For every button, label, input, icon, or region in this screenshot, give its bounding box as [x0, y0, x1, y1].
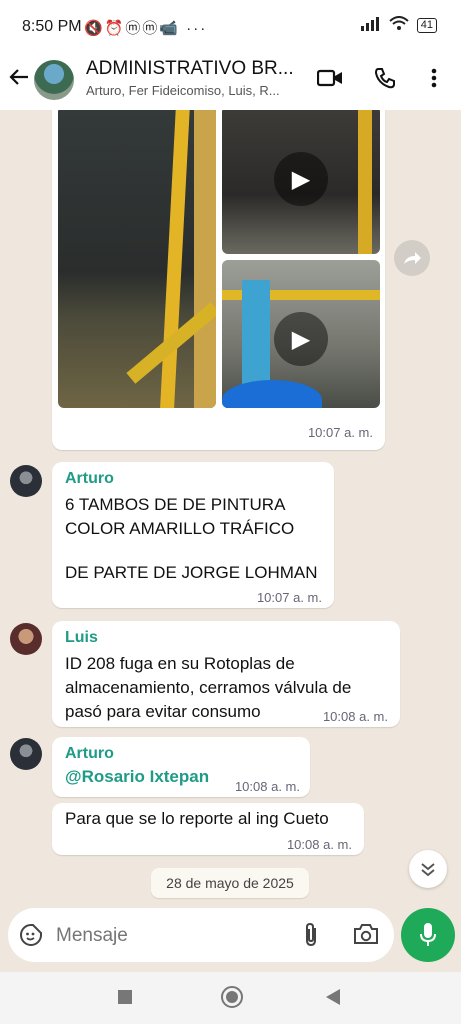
message-text: 6 TAMBOS DE DE PINTURA: [65, 495, 286, 514]
message-text: pasó para evitar consumo: [65, 702, 261, 721]
camera-icon[interactable]: [353, 923, 379, 950]
play-icon[interactable]: ▶: [274, 152, 328, 206]
mic-icon: [420, 923, 436, 946]
message-time: 10:07 a. m.: [307, 425, 373, 440]
message-time: 10:08 a. m.: [234, 779, 300, 794]
message-time: 10:08 a. m.: [322, 709, 388, 724]
media-message[interactable]: ▶ ▶ 10:07 a. m.: [52, 110, 385, 450]
group-members[interactable]: Arturo, Fer Fideicomiso, Luis, R...: [86, 83, 280, 98]
message-text: COLOR AMARILLO TRÁFICO: [65, 519, 295, 538]
wifi-icon: [389, 16, 409, 34]
play-icon[interactable]: ▶: [274, 312, 328, 366]
voice-call-icon[interactable]: [371, 64, 399, 92]
video-thumb-2[interactable]: ▶: [222, 260, 380, 408]
avatar[interactable]: [10, 738, 42, 770]
message-time: 10:07 a. m.: [256, 590, 322, 605]
battery-icon: 41: [416, 17, 437, 33]
notification-icons: 🔇⏰ⓜⓜ📹 ···: [84, 20, 208, 37]
message-input[interactable]: [54, 920, 278, 952]
message-text: Para que se lo reporte al ing Cueto: [65, 809, 329, 828]
date-divider-text: 28 de mayo de 2025: [166, 875, 294, 891]
system-navigation-bar: [0, 972, 461, 1024]
mention-link[interactable]: @Rosario Ixtepan: [65, 767, 209, 787]
signal-icon: [360, 16, 381, 34]
home-icon[interactable]: [221, 986, 243, 1008]
group-title[interactable]: ADMINISTRATIVO BR...: [86, 58, 294, 80]
message-text: almacenamiento, cerramos válvula de: [65, 678, 352, 697]
message-time: 10:08 a. m.: [286, 837, 352, 852]
photo-tank[interactable]: [58, 110, 216, 408]
message-text: DE PARTE DE JORGE LOHMAN: [65, 563, 318, 582]
chat-header: ADMINISTRATIVO BR... Arturo, Fer Fideico…: [0, 56, 461, 110]
system-icons: 41: [360, 16, 437, 34]
video-call-icon[interactable]: [316, 64, 344, 92]
more-options-icon[interactable]: [420, 64, 448, 92]
message-text: ID 208 fuga en su Rotoplas de: [65, 654, 295, 673]
back-arrow-icon[interactable]: [8, 66, 30, 95]
message-bubble[interactable]: Arturo @Rosario Ixtepan 10:08 a. m.: [52, 737, 310, 797]
message-bubble[interactable]: Luis ID 208 fuga en su Rotoplas de almac…: [52, 621, 400, 727]
status-time: 8:50 PM: [22, 18, 82, 35]
avatar[interactable]: [10, 623, 42, 655]
recents-icon[interactable]: [118, 990, 132, 1004]
sticker-icon[interactable]: [19, 923, 43, 952]
date-divider: 28 de mayo de 2025: [151, 868, 309, 898]
sender-name[interactable]: Arturo: [65, 470, 114, 488]
message-composer[interactable]: [8, 908, 394, 962]
double-chevron-down-icon: [421, 863, 435, 877]
scroll-to-bottom-button[interactable]: [409, 850, 447, 888]
message-bubble[interactable]: Para que se lo reporte al ing Cueto 10:0…: [52, 803, 364, 855]
chat-area[interactable]: ▶ ▶ 10:07 a. m. Arturo 6 TAMBOS DE DE PI…: [0, 110, 461, 970]
message-bubble[interactable]: Arturo 6 TAMBOS DE DE PINTURA COLOR AMAR…: [52, 462, 334, 608]
group-avatar[interactable]: [34, 60, 74, 100]
voice-message-button[interactable]: [401, 908, 455, 962]
sender-name[interactable]: Arturo: [65, 745, 114, 763]
forward-icon[interactable]: [394, 240, 430, 276]
back-icon[interactable]: [326, 989, 340, 1010]
status-bar: 8:50 PM 🔇⏰ⓜⓜ📹 ··· 41: [0, 0, 461, 56]
avatar[interactable]: [10, 465, 42, 497]
sender-name[interactable]: Luis: [65, 629, 98, 647]
attach-icon[interactable]: [302, 922, 320, 953]
video-thumb-1[interactable]: ▶: [222, 110, 380, 254]
